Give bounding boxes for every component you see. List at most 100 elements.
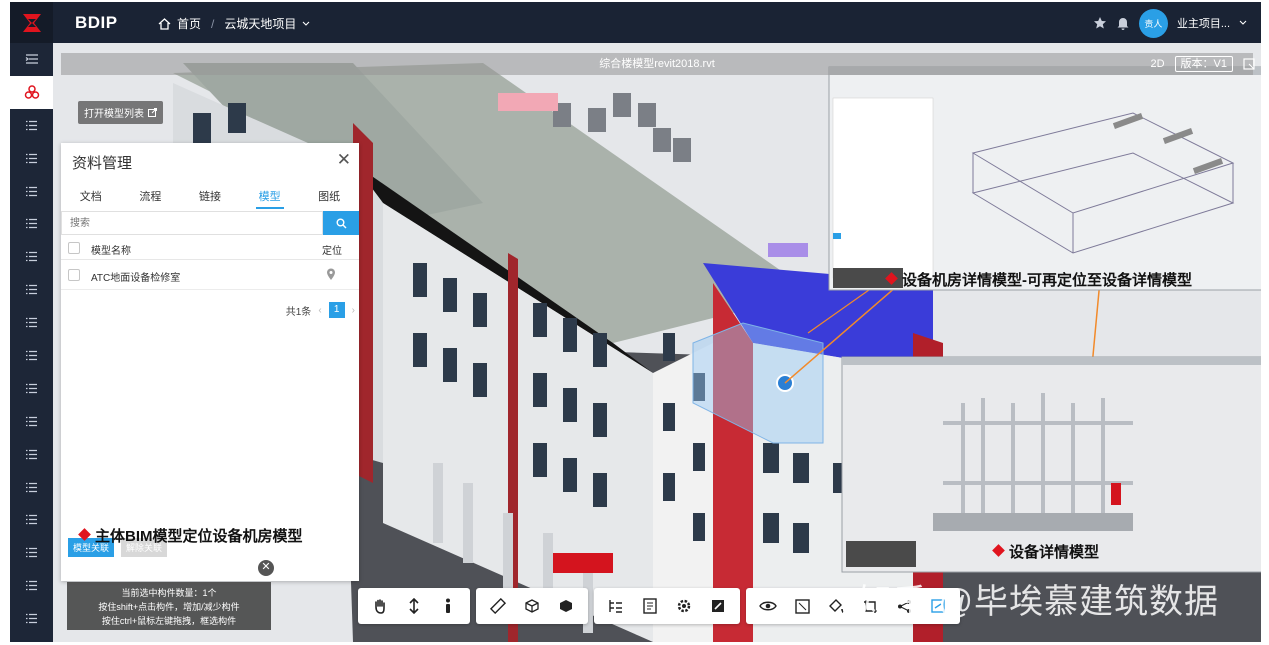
sidebar-item-list[interactable] — [10, 175, 53, 208]
list-icon — [26, 350, 37, 361]
chevron-down-icon[interactable] — [1239, 20, 1247, 26]
menu-collapse-icon — [25, 54, 38, 65]
sidebar-item-list[interactable] — [10, 240, 53, 273]
person-icon — [446, 598, 450, 613]
zoom-fit-button[interactable] — [785, 590, 819, 622]
hand-icon — [375, 599, 385, 614]
view-controls: 2D 版本：V1 — [1150, 53, 1255, 75]
sidebar-item-list[interactable] — [10, 602, 53, 635]
app-window: BDIP 首页 / 云城天地项目 责人 业主项目... 综合楼模型revit20… — [10, 2, 1261, 642]
sidebar-item-list[interactable] — [10, 372, 53, 405]
brand-name: BDIP — [75, 13, 118, 32]
toolbar-group-navigation — [358, 588, 470, 624]
annotation-main-model: 主体BIM模型定位设备机房模型 — [78, 525, 303, 546]
sidebar-item-list[interactable] — [10, 142, 53, 175]
list-icon — [26, 219, 37, 229]
sidebar-item-list[interactable] — [10, 109, 53, 142]
chevron-down-icon[interactable] — [302, 21, 310, 27]
exit-icon[interactable] — [1243, 58, 1255, 70]
sidebar-item-list[interactable] — [10, 405, 53, 438]
sidebar-item-model[interactable] — [10, 75, 53, 109]
model-title-bar: 综合楼模型revit2018.rvt — [61, 53, 1253, 75]
sidebar-item-list[interactable] — [10, 536, 53, 569]
top-right-tools: 责人 业主项目... — [1093, 8, 1247, 38]
zoom-fit-icon — [794, 598, 810, 614]
row-checkbox[interactable] — [68, 269, 80, 281]
column-header-name: 模型名称 — [91, 246, 131, 257]
close-icon[interactable]: ✕ — [256, 558, 276, 578]
breadcrumb-home[interactable]: 首页 — [177, 15, 201, 32]
selection-hint-shift: 按住shift+点击构件，增加/减少构件 — [98, 602, 240, 612]
walk-button[interactable] — [431, 590, 465, 622]
sidebar-item-list[interactable] — [10, 438, 53, 471]
list-icon — [26, 416, 37, 426]
total-count: 共1条 — [285, 306, 312, 318]
logo-icon — [22, 13, 41, 32]
page-number[interactable]: 1 — [328, 302, 345, 318]
cube-section-icon — [560, 600, 572, 612]
view-mode-2d[interactable]: 2D — [1150, 58, 1164, 70]
select-all-checkbox[interactable] — [68, 242, 80, 254]
top-bar: BDIP 首页 / 云城天地项目 责人 业主项目... — [10, 2, 1261, 43]
location-pin-icon[interactable] — [326, 268, 336, 281]
section-plane-button[interactable] — [549, 590, 583, 622]
close-icon[interactable]: ✕ — [337, 151, 351, 168]
pan-button[interactable] — [363, 590, 397, 622]
toolbar-group-tools — [594, 588, 740, 624]
measure-button[interactable] — [481, 590, 515, 622]
red-diamond-marker — [885, 272, 898, 285]
tab-documents[interactable]: 文档 — [77, 188, 105, 212]
sidebar-item-list[interactable] — [10, 635, 53, 642]
user-avatar[interactable]: 责人 — [1138, 8, 1168, 38]
section-box-button[interactable] — [515, 590, 549, 622]
version-select[interactable]: 版本：V1 — [1174, 56, 1233, 72]
app-logo[interactable] — [10, 2, 53, 43]
paint-button[interactable] — [819, 590, 853, 622]
sidebar-item-list[interactable] — [10, 273, 53, 306]
table-row[interactable]: ATC地面设备检修室 — [61, 260, 359, 290]
properties-button[interactable] — [633, 590, 667, 622]
list-icon — [26, 252, 37, 262]
visibility-button[interactable] — [751, 590, 785, 622]
breadcrumb-project[interactable]: 云城天地项目 — [224, 15, 296, 32]
model-viewport[interactable]: 综合楼模型revit2018.rvt 2D 版本：V1 打开模型列表 资料管理 … — [53, 43, 1261, 642]
sidebar-item-list[interactable] — [10, 339, 53, 372]
sidebar-item-list[interactable] — [10, 503, 53, 536]
selection-hint-ctrl: 按住ctrl+鼠标左键拖拽，框选构件 — [101, 616, 237, 626]
external-link-icon — [148, 108, 157, 117]
settings-button[interactable] — [667, 590, 701, 622]
sidebar-item-list[interactable] — [10, 569, 53, 602]
list-icon — [26, 317, 37, 328]
tab-links[interactable]: 链接 — [196, 188, 224, 212]
user-name[interactable]: 业主项目... — [1177, 15, 1230, 31]
home-icon — [158, 17, 171, 30]
prev-page-icon[interactable]: ‹ — [318, 305, 321, 316]
search-button[interactable] — [323, 211, 359, 235]
fullscreen-button[interactable] — [701, 590, 735, 622]
selection-count: 当前选中构件数量：1个 — [121, 588, 217, 598]
search-input[interactable] — [61, 211, 323, 235]
bell-icon[interactable] — [1116, 16, 1130, 30]
tab-drawings[interactable]: 图纸 — [315, 188, 343, 212]
document-management-panel: 资料管理 ✕ 文档 流程 链接 模型 图纸 模型名称 定位 — [61, 143, 359, 581]
red-diamond-marker — [992, 544, 1005, 557]
next-page-icon[interactable]: › — [352, 305, 355, 316]
sidebar-item-list[interactable] — [10, 207, 53, 240]
model-tree-button[interactable] — [599, 590, 633, 622]
list-icon — [26, 613, 37, 624]
annotation-main-text: 主体BIM模型定位设备机房模型 — [95, 528, 303, 545]
column-header-locate: 定位 — [322, 246, 342, 257]
tab-models[interactable]: 模型 — [255, 188, 284, 212]
list-icon — [26, 153, 37, 163]
tab-workflow[interactable]: 流程 — [136, 188, 164, 212]
panel-title: 资料管理 — [72, 155, 133, 172]
annotation-room-text: 设备机房详情模型-可再定位至设备详情模型 — [902, 272, 1192, 289]
star-icon[interactable] — [1093, 16, 1107, 30]
open-model-list-button[interactable]: 打开模型列表 — [78, 101, 163, 124]
list-icon — [26, 186, 37, 196]
toolbar-group-measure — [476, 588, 588, 624]
sidebar-item-list[interactable] — [10, 471, 53, 504]
elevation-button[interactable] — [397, 590, 431, 622]
sidebar-item-list[interactable] — [10, 306, 53, 339]
sidebar-collapse-button[interactable] — [10, 43, 53, 76]
